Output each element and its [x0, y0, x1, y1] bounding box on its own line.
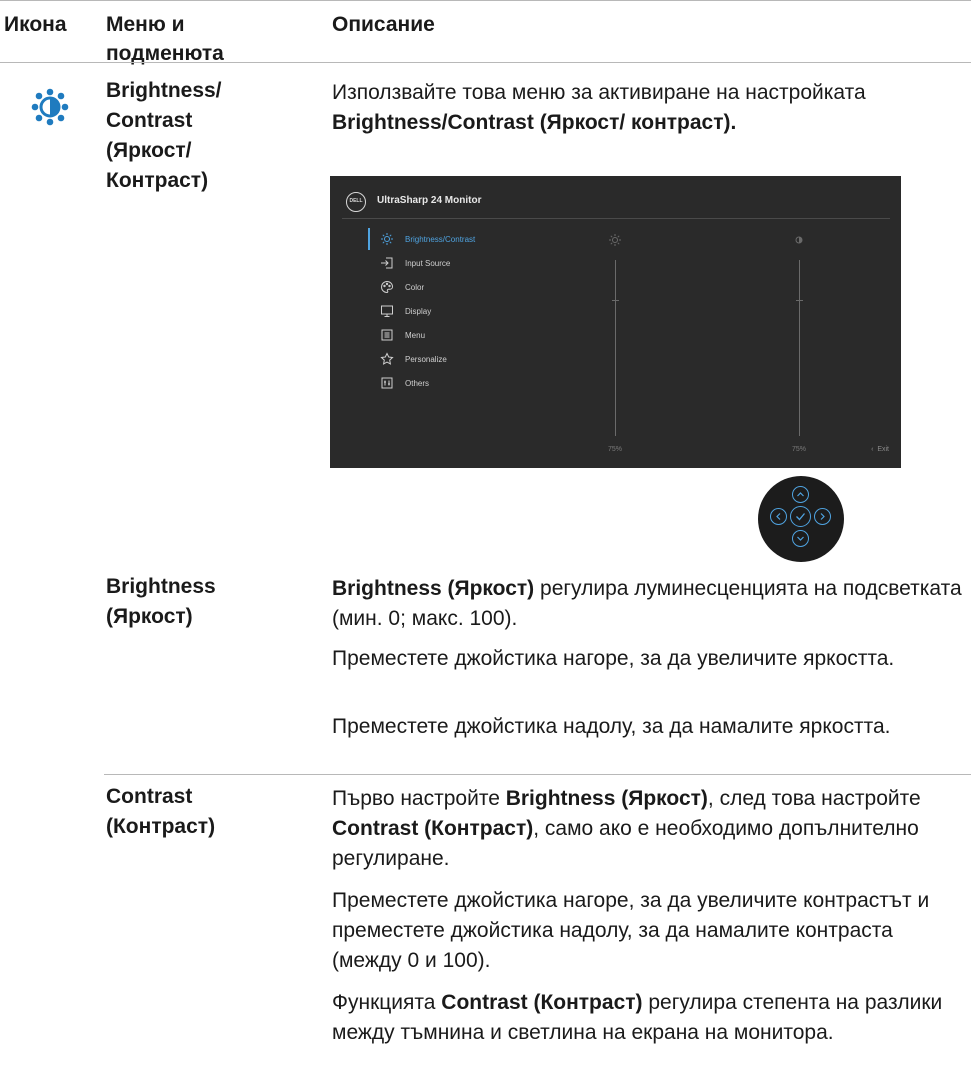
osd-menu-menu[interactable]: Menu	[380, 324, 425, 346]
osd-menu-label: Brightness/Contrast	[405, 234, 476, 244]
monitor-icon	[381, 305, 393, 317]
osd-selection-indicator	[368, 228, 370, 250]
osd-divider	[342, 218, 890, 219]
brightness-value: 75%	[608, 446, 623, 453]
osd-menu-label: Display	[405, 306, 432, 316]
contrast-bold-contrast: Contrast (Контраст)	[332, 817, 534, 840]
star-icon	[380, 352, 394, 365]
main-description: Използвайте това меню за активиране на н…	[332, 78, 932, 138]
contrast-value: 75%	[792, 446, 807, 453]
table-top-border	[0, 0, 971, 1]
joystick-up-icon	[792, 486, 809, 503]
submenu-brightness: Brightness (Яркост)	[106, 575, 216, 628]
chevron-left-icon: ‹	[871, 446, 874, 453]
contrast-text-a: Първо настройте	[332, 787, 506, 810]
header-divider	[0, 62, 971, 63]
brightness-slider-handle[interactable]	[612, 300, 619, 301]
osd-menu-input-source[interactable]: Input Source	[380, 252, 450, 274]
brightness-bold-label: Brightness (Яркост)	[332, 577, 535, 600]
osd-menu-personalize[interactable]: Personalize	[380, 348, 447, 370]
sun-icon	[381, 233, 393, 245]
osd-menu-label: Color	[405, 282, 425, 292]
menu-icon	[381, 329, 393, 341]
joystick-down-icon	[792, 530, 809, 547]
brightness-description-2: Преместете джойстика нагоре, за да увели…	[332, 647, 895, 670]
joystick-diagram	[758, 476, 844, 562]
menu-item-brightness-contrast: Brightness/ Contrast (Яркост/ Контраст)	[106, 79, 222, 192]
contrast-text-p3a: Функцията	[332, 991, 442, 1014]
osd-screenshot: DELL UltraSharp 24 Monitor Brightness/Co…	[330, 176, 901, 468]
osd-menu-label: Personalize	[405, 354, 447, 364]
contrast-slider-handle[interactable]	[796, 300, 803, 301]
contrast-description-1: Първо настройте Brightness (Яркост), сле…	[332, 784, 932, 874]
row-divider	[104, 774, 971, 775]
brightness-description-3: Преместете джойстика надолу, за да намал…	[332, 715, 891, 738]
dell-logo: DELL	[346, 192, 366, 212]
main-description-text: Използвайте това меню за активиране на н…	[332, 81, 866, 104]
contrast-description-2: Преместете джойстика нагоре, за да увели…	[332, 889, 930, 972]
osd-menu-label: Input Source	[405, 258, 451, 268]
brightness-description-1: Brightness (Яркост) регулира луминесценц…	[332, 574, 971, 634]
osd-menu-brightness-contrast[interactable]: Brightness/Contrast	[380, 228, 475, 250]
contrast-column-icon	[795, 236, 803, 244]
contrast-description-3: Функцията Contrast (Контраст) регулира с…	[332, 988, 971, 1048]
brightness-icon	[31, 88, 69, 126]
submenu-contrast: Contrast (Контраст)	[106, 785, 216, 838]
joystick-left-icon	[770, 508, 787, 525]
joystick-right-icon	[814, 508, 831, 525]
contrast-bold-brightness: Brightness (Яркост)	[505, 787, 708, 810]
contrast-bold-function: Contrast (Контраст)	[441, 991, 643, 1014]
others-icon	[381, 377, 393, 389]
joystick-check-icon	[790, 506, 811, 527]
brightness-slider[interactable]	[615, 260, 616, 436]
header-icon-column: Икона	[4, 13, 67, 36]
osd-menu-label: Others	[405, 378, 430, 388]
osd-menu-others[interactable]: Others	[380, 372, 429, 394]
osd-exit-button[interactable]: ‹ Exit	[871, 446, 889, 453]
osd-title: UltraSharp 24 Monitor	[377, 195, 482, 206]
brightness-column-icon	[609, 234, 621, 246]
palette-icon	[381, 280, 394, 294]
osd-exit-label: Exit	[877, 446, 889, 453]
main-description-bold: Brightness/Contrast (Яркост/ контраст).	[332, 111, 737, 134]
contrast-slider[interactable]	[799, 260, 800, 436]
header-description-column: Описание	[332, 13, 435, 36]
header-menu-column: Меню и подменюта	[106, 13, 224, 65]
contrast-text-c: , след това настройте	[707, 787, 921, 810]
osd-menu-display[interactable]: Display	[380, 300, 431, 322]
osd-menu-label: Menu	[405, 330, 426, 340]
osd-menu-color[interactable]: Color	[380, 276, 424, 298]
input-icon	[381, 257, 393, 269]
